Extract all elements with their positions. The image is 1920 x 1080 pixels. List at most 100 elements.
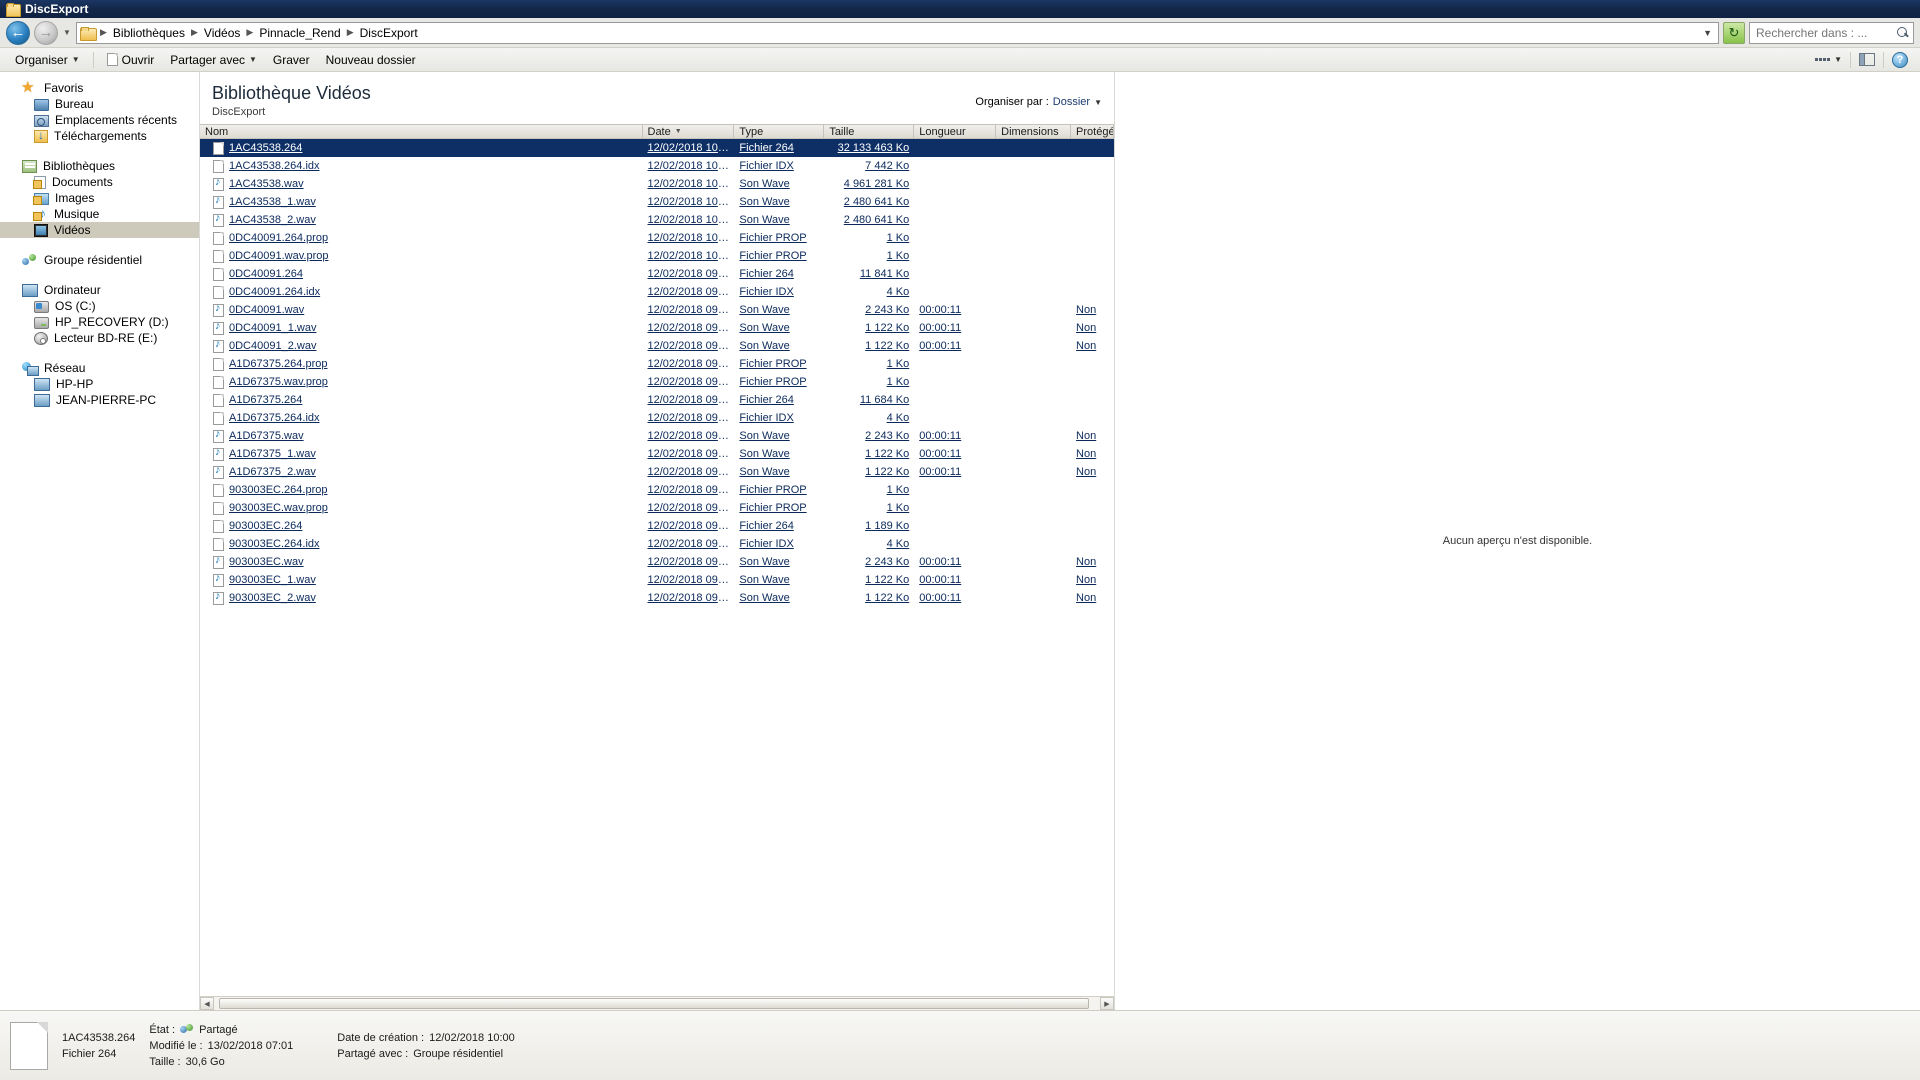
cell-name[interactable]: A1D67375_2.wav [200, 466, 643, 479]
file-name-link[interactable]: 903003EC_1.wav [229, 574, 316, 586]
search-box[interactable] [1749, 22, 1914, 44]
table-row[interactable]: 903003EC_2.wav12/02/2018 09:57Son Wave1 … [200, 589, 1114, 607]
cell-name[interactable]: 0DC40091.wav [200, 304, 643, 317]
breadcrumb-item-1[interactable]: Vidéos [201, 25, 243, 41]
cell-name[interactable]: A1D67375.wav [200, 430, 643, 443]
column-header-taille[interactable]: Taille [824, 125, 914, 138]
cell-name[interactable]: 1AC43538_2.wav [200, 214, 643, 227]
cell-name[interactable]: A1D67375_1.wav [200, 448, 643, 461]
sidebar-item-jean-pierre-pc[interactable]: JEAN-PIERRE-PC [0, 392, 199, 408]
table-row[interactable]: 903003EC.264.idx12/02/2018 09:57Fichier … [200, 535, 1114, 553]
file-name-link[interactable]: 903003EC.264 [229, 520, 302, 532]
sidebar-item-bureau[interactable]: Bureau [0, 96, 199, 112]
chevron-down-icon[interactable]: ▼ [1834, 55, 1842, 64]
file-name-link[interactable]: 1AC43538_1.wav [229, 196, 316, 208]
scroll-left-icon[interactable]: ◀ [200, 997, 214, 1010]
table-row[interactable]: 0DC40091.wav12/02/2018 09:59Son Wave2 24… [200, 301, 1114, 319]
back-button[interactable]: ← [6, 21, 30, 45]
nouveau-dossier-button[interactable]: Nouveau dossier [319, 51, 423, 69]
file-name-link[interactable]: A1D67375_1.wav [229, 448, 316, 460]
table-row[interactable]: A1D67375_2.wav12/02/2018 09:57Son Wave1 … [200, 463, 1114, 481]
table-row[interactable]: A1D67375.26412/02/2018 09:57Fichier 2641… [200, 391, 1114, 409]
cell-name[interactable]: A1D67375.264 [200, 394, 643, 407]
scroll-thumb[interactable] [219, 998, 1089, 1009]
horizontal-scrollbar[interactable]: ◀ ▶ [200, 996, 1114, 1010]
refresh-button[interactable]: ↻ [1723, 22, 1745, 44]
table-row[interactable]: 0DC40091.26412/02/2018 09:59Fichier 2641… [200, 265, 1114, 283]
table-row[interactable]: 0DC40091.264.idx12/02/2018 09:59Fichier … [200, 283, 1114, 301]
cell-name[interactable]: 1AC43538.wav [200, 178, 643, 191]
cell-name[interactable]: 903003EC.wav.prop [200, 502, 643, 515]
scroll-right-icon[interactable]: ▶ [1100, 997, 1114, 1010]
column-header-dimensions[interactable]: Dimensions [996, 125, 1071, 138]
cell-name[interactable]: 0DC40091.264 [200, 268, 643, 281]
table-row[interactable]: 1AC43538.26412/02/2018 10:00Fichier 2643… [200, 139, 1114, 157]
cell-name[interactable]: 903003EC.264 [200, 520, 643, 533]
sidebar-item-musique[interactable]: Musique [0, 206, 199, 222]
table-row[interactable]: 903003EC_1.wav12/02/2018 09:57Son Wave1 … [200, 571, 1114, 589]
column-header-date[interactable]: Date▼ [643, 125, 735, 138]
file-name-link[interactable]: 0DC40091.wav.prop [229, 250, 328, 262]
breadcrumb-item-0[interactable]: Bibliothèques [110, 25, 188, 41]
sidebar-item-documents[interactable]: Documents [0, 174, 199, 190]
file-name-link[interactable]: 0DC40091_1.wav [229, 322, 316, 334]
file-name-link[interactable]: A1D67375.264 [229, 394, 302, 406]
sidebar-item-bibliotheques[interactable]: Bibliothèques [0, 158, 199, 174]
cell-name[interactable]: 1AC43538.264.idx [200, 160, 643, 173]
table-row[interactable]: 0DC40091.264.prop12/02/2018 10:00Fichier… [200, 229, 1114, 247]
sidebar-item-os-c[interactable]: OS (C:) [0, 298, 199, 314]
column-header-protg[interactable]: Protégé [1071, 125, 1114, 138]
sidebar-item-groupe-residentiel[interactable]: Groupe résidentiel [0, 252, 199, 268]
table-row[interactable]: 903003EC.264.prop12/02/2018 09:57Fichier… [200, 481, 1114, 499]
organiser-button[interactable]: Organiser ▼ [8, 51, 87, 69]
column-header-nom[interactable]: Nom [200, 125, 643, 138]
cell-name[interactable]: A1D67375.wav.prop [200, 376, 643, 389]
cell-name[interactable]: 0DC40091_1.wav [200, 322, 643, 335]
cell-name[interactable]: 903003EC.wav [200, 556, 643, 569]
sidebar-item-videos[interactable]: Vidéos [0, 222, 199, 238]
file-name-link[interactable]: 0DC40091.264.prop [229, 232, 328, 244]
search-input[interactable] [1754, 25, 1893, 41]
sidebar-item-emplacements-recents[interactable]: Emplacements récents [0, 112, 199, 128]
file-name-link[interactable]: A1D67375.wav.prop [229, 376, 328, 388]
table-row[interactable]: 0DC40091_2.wav12/02/2018 09:59Son Wave1 … [200, 337, 1114, 355]
file-name-link[interactable]: A1D67375_2.wav [229, 466, 316, 478]
help-icon[interactable]: ? [1892, 52, 1908, 68]
cell-name[interactable]: 0DC40091.264.idx [200, 286, 643, 299]
table-row[interactable]: 1AC43538.264.idx12/02/2018 10:00Fichier … [200, 157, 1114, 175]
cell-name[interactable]: A1D67375.264.idx [200, 412, 643, 425]
cell-name[interactable]: 1AC43538_1.wav [200, 196, 643, 209]
column-header-type[interactable]: Type [734, 125, 824, 138]
sidebar-item-favoris[interactable]: Favoris [0, 80, 199, 96]
table-row[interactable]: A1D67375_1.wav12/02/2018 09:57Son Wave1 … [200, 445, 1114, 463]
file-name-link[interactable]: A1D67375.264.prop [229, 358, 327, 370]
preview-pane-icon[interactable] [1859, 53, 1875, 66]
file-name-link[interactable]: 0DC40091_2.wav [229, 340, 316, 352]
file-name-link[interactable]: A1D67375.wav [229, 430, 304, 442]
graver-button[interactable]: Graver [266, 51, 317, 69]
table-row[interactable]: 0DC40091_1.wav12/02/2018 09:59Son Wave1 … [200, 319, 1114, 337]
cell-name[interactable]: 903003EC_2.wav [200, 592, 643, 605]
table-row[interactable]: 903003EC.wav12/02/2018 09:57Son Wave2 24… [200, 553, 1114, 571]
table-row[interactable]: 903003EC.26412/02/2018 09:57Fichier 2641… [200, 517, 1114, 535]
file-name-link[interactable]: A1D67375.264.idx [229, 412, 320, 424]
table-row[interactable]: 1AC43538.wav12/02/2018 10:00Son Wave4 96… [200, 175, 1114, 193]
table-row[interactable]: A1D67375.wav12/02/2018 09:57Son Wave2 24… [200, 427, 1114, 445]
file-name-link[interactable]: 1AC43538.wav [229, 178, 304, 190]
sidebar-item-lecteur-bd-re-e[interactable]: Lecteur BD-RE (E:) [0, 330, 199, 346]
table-row[interactable]: 1AC43538_2.wav12/02/2018 10:00Son Wave2 … [200, 211, 1114, 229]
cell-name[interactable]: 0DC40091.wav.prop [200, 250, 643, 263]
cell-name[interactable]: 903003EC_1.wav [200, 574, 643, 587]
table-row[interactable]: 903003EC.wav.prop12/02/2018 09:57Fichier… [200, 499, 1114, 517]
file-name-link[interactable]: 0DC40091.wav [229, 304, 304, 316]
sidebar-item-images[interactable]: Images [0, 190, 199, 206]
breadcrumb-overflow-icon[interactable]: ▼ [1703, 28, 1715, 38]
sidebar-item-hp-hp[interactable]: HP-HP [0, 376, 199, 392]
table-row[interactable]: 1AC43538_1.wav12/02/2018 10:00Son Wave2 … [200, 193, 1114, 211]
table-row[interactable]: A1D67375.wav.prop12/02/2018 09:58Fichier… [200, 373, 1114, 391]
sidebar-item-telechargements[interactable]: Téléchargements [0, 128, 199, 144]
file-name-link[interactable]: 0DC40091.264.idx [229, 286, 320, 298]
sidebar-item-ordinateur[interactable]: Ordinateur [0, 282, 199, 298]
file-name-link[interactable]: 903003EC.264.prop [229, 484, 327, 496]
cell-name[interactable]: 0DC40091_2.wav [200, 340, 643, 353]
